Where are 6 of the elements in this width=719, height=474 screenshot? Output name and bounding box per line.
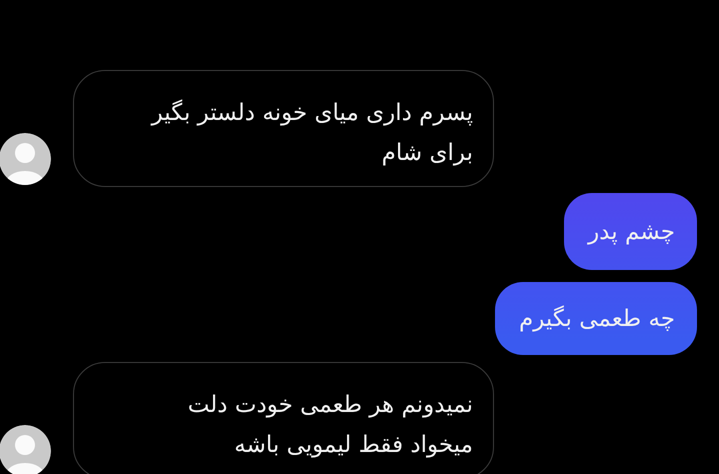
avatar-icon bbox=[0, 425, 51, 474]
message-text: نمیدونم هر طعمی خودت دلت میخواد فقط لیمویی باشه bbox=[186, 391, 473, 460]
avatar-icon bbox=[0, 133, 51, 185]
message-text: چه طعمی بگیرم bbox=[518, 304, 675, 334]
message-text: چشم پدر bbox=[588, 218, 675, 247]
message-text: پسرم داری میای خونه دلستر بگیر برای شام bbox=[150, 98, 473, 168]
